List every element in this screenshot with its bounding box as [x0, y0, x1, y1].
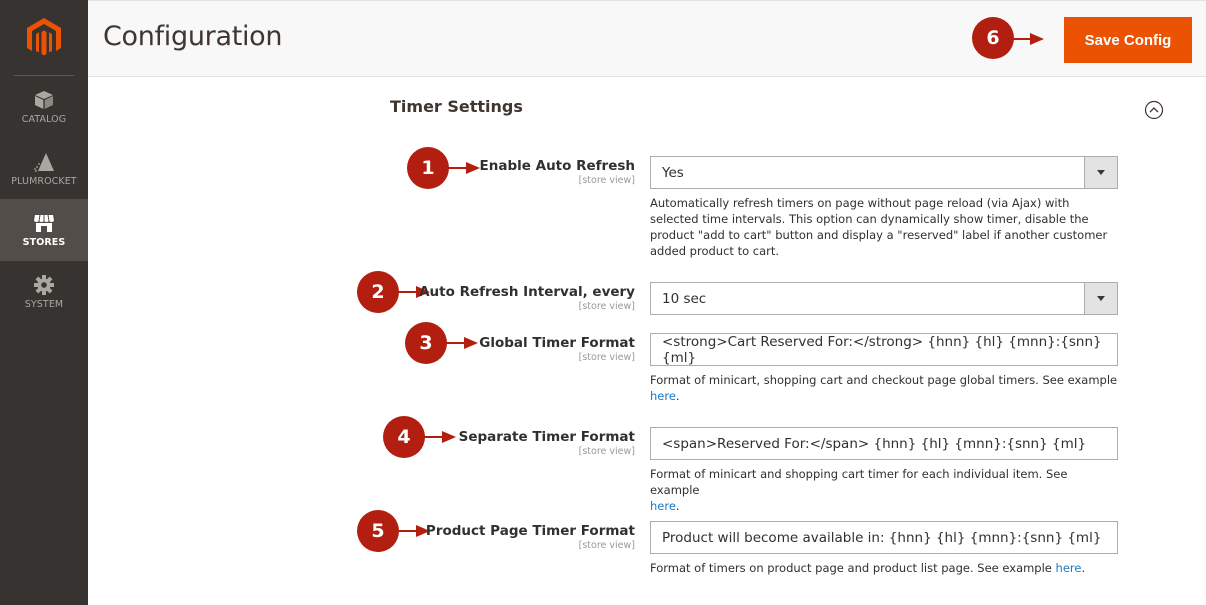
label-text: Product Page Timer Format — [425, 523, 635, 539]
separate-timer-format-input[interactable]: <span>Reserved For:</span> {hnn} {hl} {m… — [650, 427, 1118, 460]
note-text: Format of minicart, shopping cart and ch… — [650, 373, 1118, 387]
note-end: . — [1081, 561, 1086, 575]
sidebar-item-label: SYSTEM — [24, 298, 64, 310]
plumrocket-icon — [34, 152, 54, 172]
field-label-product-page-timer-format: Product Page Timer Format [store view] — [426, 523, 635, 551]
box-icon — [35, 90, 53, 109]
label-text: Separate Timer Format — [458, 429, 635, 445]
product-page-timer-format-note: Format of timers on product page and pro… — [650, 560, 1120, 576]
auto-refresh-interval-select[interactable]: 10 sec — [650, 282, 1118, 315]
label-text: Enable Auto Refresh — [479, 158, 635, 174]
scope-text: [store view] — [578, 175, 635, 186]
sidebar-item-catalog[interactable]: CATALOG — [0, 76, 88, 138]
example-link[interactable]: here — [650, 389, 676, 403]
annotation-arrow — [423, 431, 457, 443]
sidebar-item-label: CATALOG — [21, 113, 67, 125]
annotation-badge-3: 3 — [405, 322, 447, 364]
scope-text: [store view] — [578, 540, 635, 551]
annotation-badge-2: 2 — [357, 271, 399, 313]
gear-icon — [34, 274, 54, 295]
sidebar-item-label: PLUMROCKET — [11, 175, 77, 187]
sidebar-item-label: STORES — [22, 236, 66, 248]
global-timer-format-note: Format of minicart, shopping cart and ch… — [650, 372, 1120, 404]
save-config-button[interactable]: Save Config — [1064, 17, 1192, 63]
annotation-badge-6: 6 — [972, 17, 1014, 59]
field-label-enable-auto-refresh: Enable Auto Refresh [store view] — [480, 158, 635, 186]
page-title: Configuration — [103, 21, 283, 52]
magento-logo[interactable] — [0, 0, 88, 76]
chevron-down-icon[interactable] — [1084, 157, 1117, 188]
chevron-down-icon[interactable] — [1084, 283, 1117, 314]
note-text: Format of timers on product page and pro… — [650, 561, 1056, 575]
note-end: . — [675, 499, 680, 513]
enable-auto-refresh-select[interactable]: Yes — [650, 156, 1118, 189]
note-text: Format of minicart and shopping cart tim… — [650, 467, 1068, 497]
store-icon — [34, 214, 54, 232]
note-end: . — [675, 389, 680, 403]
sidebar-item-plumrocket[interactable]: PLUMROCKET — [0, 138, 88, 200]
collapse-up-icon[interactable] — [1144, 100, 1164, 120]
section-title: Timer Settings — [390, 97, 523, 116]
annotation-arrow — [447, 162, 481, 174]
field-label-separate-timer-format: Separate Timer Format [store view] — [459, 429, 635, 457]
annotation-badge-4: 4 — [383, 416, 425, 458]
product-page-timer-format-input[interactable]: Product will become available in: {hnn} … — [650, 521, 1118, 554]
annotation-badge-5: 5 — [357, 510, 399, 552]
global-timer-format-input[interactable]: <strong>Cart Reserved For:</strong> {hnn… — [650, 333, 1118, 366]
scope-text: [store view] — [578, 301, 635, 312]
field-label-auto-refresh-interval: Auto Refresh Interval, every [store view… — [419, 284, 635, 312]
admin-sidebar: CATALOG PLUMROCKET STORES SYSTEM — [0, 0, 88, 605]
field-label-global-timer-format: Global Timer Format [store view] — [479, 335, 635, 363]
scope-text: [store view] — [578, 352, 635, 363]
select-value: Yes — [662, 164, 684, 181]
label-text: Auto Refresh Interval, every — [419, 284, 635, 300]
example-link[interactable]: here — [1056, 561, 1082, 575]
example-link[interactable]: here — [650, 499, 676, 513]
scope-text: [store view] — [578, 446, 635, 457]
select-value: 10 sec — [662, 290, 707, 307]
magento-logo-icon — [27, 18, 61, 56]
sidebar-item-system[interactable]: SYSTEM — [0, 261, 88, 323]
label-text: Global Timer Format — [479, 335, 635, 351]
annotation-arrow — [1012, 33, 1044, 45]
annotation-arrow — [445, 337, 479, 349]
sidebar-item-stores[interactable]: STORES — [0, 199, 88, 261]
separate-timer-format-note: Format of minicart and shopping cart tim… — [650, 466, 1120, 514]
annotation-badge-1: 1 — [407, 147, 449, 189]
enable-auto-refresh-note: Automatically refresh timers on page wit… — [650, 196, 1108, 258]
